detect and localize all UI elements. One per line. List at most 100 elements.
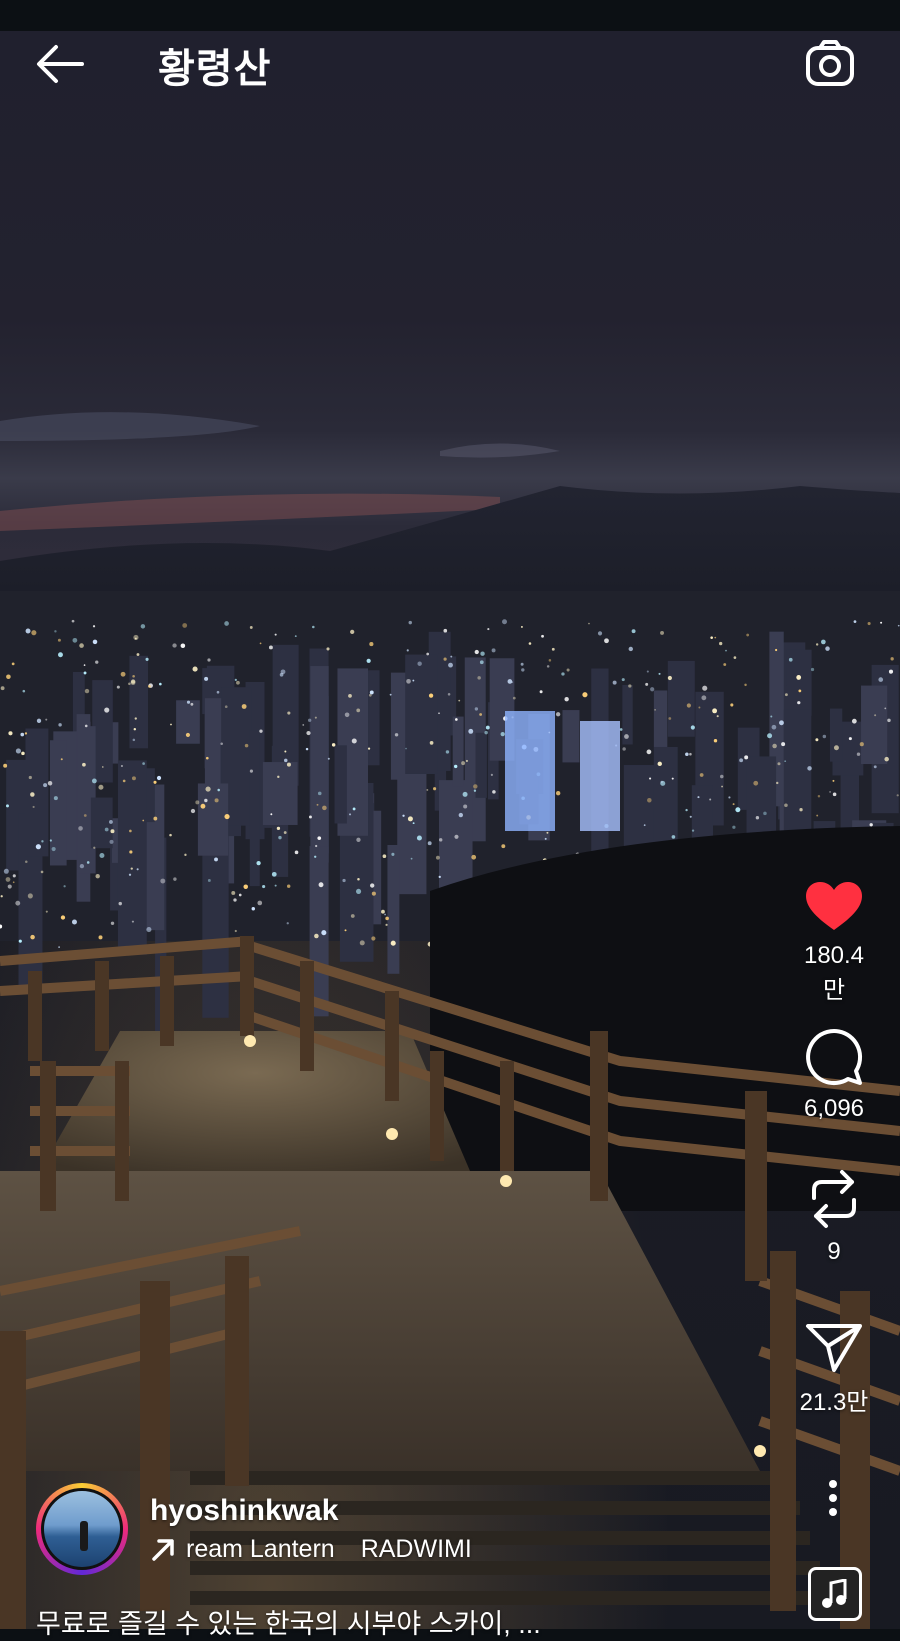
city-light	[646, 749, 652, 755]
city-light	[190, 702, 194, 706]
music-info[interactable]: ream Lantern RADWIMI	[150, 1535, 472, 1564]
city-light	[650, 687, 655, 692]
city-light	[856, 752, 861, 756]
city-light	[394, 733, 399, 737]
city-light	[32, 805, 35, 809]
city-light	[322, 805, 327, 811]
city-light	[471, 854, 477, 860]
camera-button[interactable]	[804, 38, 856, 90]
city-light	[671, 835, 676, 839]
city-light	[701, 695, 707, 701]
reel-video[interactable]	[0, 31, 900, 1629]
city-light	[763, 811, 767, 816]
city-light	[406, 678, 411, 684]
city-light	[697, 796, 700, 799]
city-light	[182, 623, 188, 628]
music-thumbnail-button[interactable]	[808, 1567, 862, 1621]
city-light	[732, 825, 736, 829]
city-light	[277, 775, 280, 779]
city-light	[3, 868, 9, 874]
city-light	[316, 803, 319, 806]
city-light	[350, 914, 355, 918]
city-light	[214, 857, 218, 862]
city-light	[810, 667, 815, 672]
city-light	[95, 873, 100, 879]
city-light	[887, 718, 891, 723]
city-light	[84, 724, 88, 728]
city-light	[816, 814, 819, 817]
building	[667, 660, 695, 737]
city-light	[685, 808, 688, 812]
username-link[interactable]: hyoshinkwak	[150, 1494, 338, 1528]
city-light	[312, 625, 315, 629]
city-light	[104, 707, 110, 713]
back-button[interactable]	[34, 42, 86, 86]
city-light	[180, 643, 186, 649]
like-button[interactable]: 180.4만	[798, 880, 870, 1005]
city-light	[370, 883, 375, 888]
city-light	[129, 850, 133, 854]
city-light	[98, 935, 103, 940]
city-light	[728, 796, 731, 799]
city-light	[458, 699, 461, 702]
city-light	[410, 857, 413, 860]
city-light	[714, 636, 717, 639]
city-light	[582, 692, 588, 698]
city-light	[612, 680, 617, 685]
city-light	[647, 797, 652, 803]
city-light	[455, 718, 458, 721]
city-light	[730, 703, 734, 707]
city-light	[520, 625, 523, 628]
city-light	[646, 670, 649, 673]
city-light	[153, 816, 158, 821]
post-caption[interactable]: 무료로 즐길 수 있는 한국의 시부야 스카이, ...	[36, 1602, 541, 1641]
city-light	[447, 693, 451, 696]
city-light	[0, 895, 3, 898]
city-light	[244, 743, 249, 748]
city-light	[429, 741, 434, 745]
comment-button[interactable]: 6,096	[798, 1027, 870, 1123]
city-light	[314, 855, 317, 858]
more-options-button[interactable]	[818, 1476, 848, 1520]
city-light	[667, 675, 672, 681]
avatar[interactable]	[36, 1483, 128, 1575]
city-light	[51, 846, 56, 852]
city-light	[79, 643, 84, 648]
city-light	[832, 792, 837, 797]
city-light	[368, 693, 372, 697]
city-light	[129, 829, 132, 833]
city-light	[217, 788, 220, 792]
repost-button[interactable]: 9	[798, 1168, 870, 1266]
city-light	[95, 660, 99, 664]
city-light	[344, 929, 347, 932]
city-light	[224, 814, 230, 820]
city-light	[83, 664, 86, 666]
city-light	[153, 780, 157, 784]
city-light	[86, 861, 90, 864]
city-light	[781, 742, 786, 747]
city-light	[384, 913, 386, 916]
building	[475, 732, 487, 798]
city-light	[131, 920, 134, 923]
city-light	[120, 671, 126, 677]
city-light	[15, 900, 21, 906]
city-light	[645, 682, 649, 686]
city-light	[216, 690, 220, 694]
city-light	[367, 747, 371, 750]
city-light	[721, 785, 723, 788]
city-light	[145, 657, 149, 661]
city-light	[12, 881, 15, 884]
share-button[interactable]: 21.3만	[798, 1322, 870, 1417]
city-light	[128, 873, 132, 876]
city-light	[21, 751, 25, 756]
city-light	[853, 620, 857, 623]
city-light	[521, 668, 525, 672]
tower	[580, 721, 620, 831]
city-light	[142, 819, 145, 822]
city-light	[622, 747, 626, 751]
city-light	[283, 758, 288, 763]
city-light	[487, 628, 490, 631]
city-light	[712, 708, 718, 714]
city-light	[702, 685, 708, 691]
city-light	[660, 780, 663, 784]
